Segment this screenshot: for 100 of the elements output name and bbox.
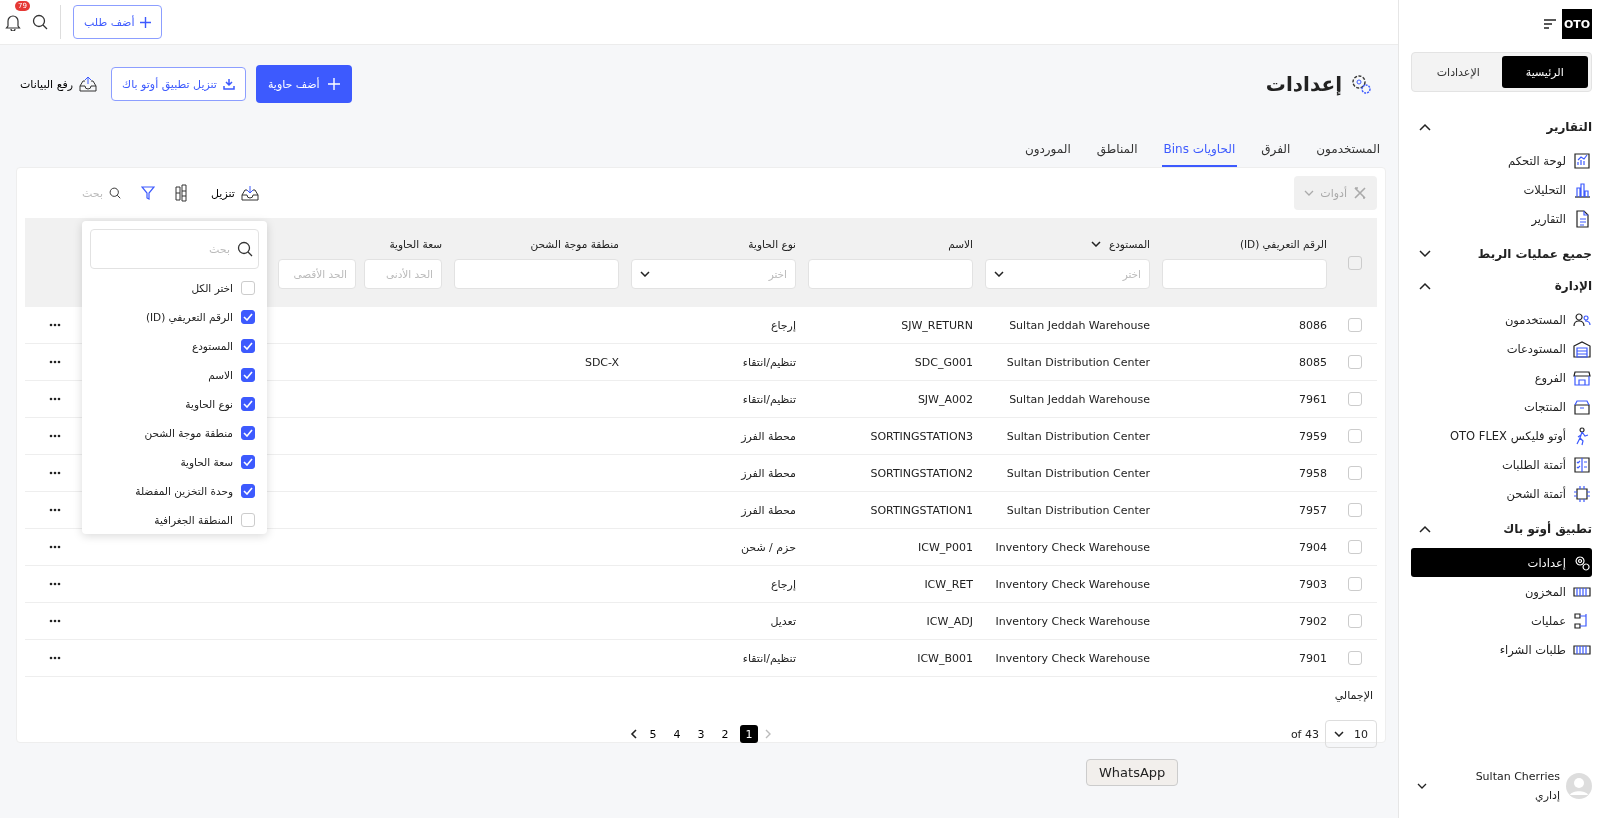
section-title[interactable]: تطبيق أوتو باك bbox=[1503, 522, 1592, 536]
page-button[interactable]: 3 bbox=[692, 725, 710, 743]
more-icon[interactable] bbox=[49, 619, 61, 623]
row-checkbox[interactable] bbox=[1348, 503, 1362, 517]
nav-item[interactable]: أتمتة الطلبات bbox=[1411, 450, 1592, 479]
menu-icon[interactable] bbox=[1543, 18, 1557, 30]
filter-field[interactable] bbox=[808, 258, 973, 289]
upload-data-button[interactable]: رفع البيانات bbox=[16, 76, 102, 92]
row-checkbox[interactable] bbox=[1348, 355, 1362, 369]
download-icon bbox=[222, 78, 235, 90]
more-icon[interactable] bbox=[49, 323, 61, 327]
chevron-icon[interactable] bbox=[1419, 282, 1431, 290]
section-title[interactable]: جميع عمليات الربط bbox=[1477, 247, 1592, 261]
tab[interactable]: المستخدمون bbox=[1314, 142, 1382, 167]
checkbox-label: وحدة التخزين المفضلة bbox=[135, 484, 233, 497]
checkbox[interactable] bbox=[241, 483, 255, 498]
chevron-icon[interactable] bbox=[1090, 240, 1101, 247]
notification-bell-icon[interactable] bbox=[4, 13, 22, 31]
nav-item[interactable]: أتمتة الشحن bbox=[1411, 479, 1592, 508]
search-field[interactable]: بحث bbox=[90, 229, 259, 269]
chevron-icon[interactable] bbox=[1419, 250, 1431, 258]
filter-field[interactable] bbox=[1162, 258, 1327, 289]
nav-item[interactable]: التقارير bbox=[1411, 204, 1592, 233]
more-icon[interactable] bbox=[49, 582, 61, 586]
filter-icon[interactable] bbox=[141, 185, 155, 201]
search-icon[interactable] bbox=[32, 14, 48, 30]
page-button[interactable]: 2 bbox=[716, 725, 734, 743]
checkbox[interactable] bbox=[241, 425, 255, 440]
table-cell: SDC-X bbox=[584, 355, 619, 369]
avatar-icon bbox=[1566, 773, 1592, 799]
user-name: Sultan Cherries bbox=[1474, 770, 1560, 783]
nav-item[interactable]: لوحة التحكم bbox=[1411, 146, 1592, 175]
download-app-button[interactable]: تنزيل تطبيق أوتو باك bbox=[111, 67, 246, 101]
chevron-icon[interactable] bbox=[1417, 783, 1427, 789]
nav-item[interactable]: الفروع bbox=[1411, 363, 1592, 392]
tab[interactable]: المناطق bbox=[1094, 142, 1140, 167]
row-checkbox[interactable] bbox=[1348, 318, 1362, 332]
row-checkbox[interactable] bbox=[1348, 392, 1362, 406]
more-icon[interactable] bbox=[49, 508, 61, 512]
page-button[interactable]: 1 bbox=[740, 725, 758, 743]
row-checkbox[interactable] bbox=[1348, 577, 1362, 591]
row-checkbox[interactable] bbox=[1348, 466, 1362, 480]
page-size-select[interactable]: 10 bbox=[1325, 720, 1377, 748]
table-cell: SORTINGSTATION3 bbox=[870, 429, 973, 443]
section-title[interactable]: الإدارة bbox=[1554, 279, 1592, 293]
row-checkbox[interactable] bbox=[1348, 651, 1362, 665]
nav-item[interactable]: المستودعات bbox=[1411, 334, 1592, 363]
more-icon[interactable] bbox=[49, 434, 61, 438]
chevron-icon[interactable] bbox=[1419, 123, 1431, 131]
nav-item[interactable]: المستخدمون bbox=[1411, 305, 1592, 334]
search-icon bbox=[237, 241, 253, 257]
columns-icon[interactable] bbox=[175, 184, 187, 202]
nav-item[interactable]: إعدادات bbox=[1411, 548, 1592, 577]
checkbox-label: اختر الكل bbox=[191, 281, 233, 294]
tab[interactable]: الموردون bbox=[1022, 142, 1073, 167]
more-icon[interactable] bbox=[49, 397, 61, 401]
table-cell: 7903 bbox=[1299, 577, 1327, 591]
more-icon[interactable] bbox=[49, 656, 61, 660]
filter-field[interactable] bbox=[454, 258, 619, 289]
chevron-icon[interactable] bbox=[1419, 525, 1431, 533]
row-checkbox[interactable] bbox=[1348, 429, 1362, 443]
nav-item[interactable]: عمليات bbox=[1411, 606, 1592, 635]
table-cell: Inventory Check Warehouse bbox=[995, 577, 1150, 591]
chevron-icon bbox=[994, 270, 1004, 277]
table-cell: محطة الفرز bbox=[741, 466, 796, 480]
row-checkbox[interactable] bbox=[1348, 540, 1362, 554]
download-button[interactable]: تنزيل bbox=[207, 185, 263, 201]
row-checkbox[interactable] bbox=[1348, 614, 1362, 628]
page-button[interactable]: 4 bbox=[668, 725, 686, 743]
search-field[interactable]: بحث bbox=[61, 185, 105, 201]
next-page-icon[interactable] bbox=[630, 729, 638, 739]
checkbox[interactable] bbox=[241, 367, 255, 382]
nav-item[interactable]: المخزون bbox=[1411, 577, 1592, 606]
more-icon[interactable] bbox=[49, 471, 61, 475]
add-bin-button[interactable]: أضف حاوية bbox=[255, 65, 352, 103]
table-cell: Sultan Jeddah Warehouse bbox=[1009, 318, 1150, 332]
table-cell: 8086 bbox=[1299, 318, 1327, 332]
more-icon[interactable] bbox=[49, 360, 61, 364]
checkbox[interactable] bbox=[241, 338, 255, 353]
user-role: إداري bbox=[1534, 789, 1560, 802]
add-order-button[interactable]: أضف طلب bbox=[73, 5, 163, 39]
more-icon[interactable] bbox=[49, 545, 61, 549]
nav-item[interactable]: المنتجات bbox=[1411, 392, 1592, 421]
nav-item[interactable]: طلبات الشراء bbox=[1411, 635, 1592, 664]
table-cell: تنظيم/انتقاء bbox=[742, 355, 796, 369]
nav-item[interactable]: التحليلات bbox=[1411, 175, 1592, 204]
checkbox[interactable] bbox=[241, 309, 255, 324]
section-title[interactable]: التقارير bbox=[1546, 120, 1592, 134]
column-header: نوع الحاوية bbox=[748, 237, 796, 250]
switch-tab[interactable]: الإعدادات bbox=[1415, 56, 1502, 88]
table-cell: ICW_P001 bbox=[918, 540, 973, 554]
tab[interactable]: الفرق bbox=[1259, 142, 1293, 167]
nav-item[interactable]: أوتو فليكس OTO FLEX bbox=[1411, 421, 1592, 450]
column-header: سعة الحاوية bbox=[389, 237, 442, 250]
table-cell: 7959 bbox=[1299, 429, 1327, 443]
search-icon[interactable] bbox=[109, 185, 121, 201]
checkbox[interactable] bbox=[241, 454, 255, 469]
switch-tab[interactable]: الرئيسية bbox=[1501, 56, 1588, 88]
page-button[interactable]: 5 bbox=[644, 725, 662, 743]
checkbox[interactable] bbox=[241, 396, 255, 411]
